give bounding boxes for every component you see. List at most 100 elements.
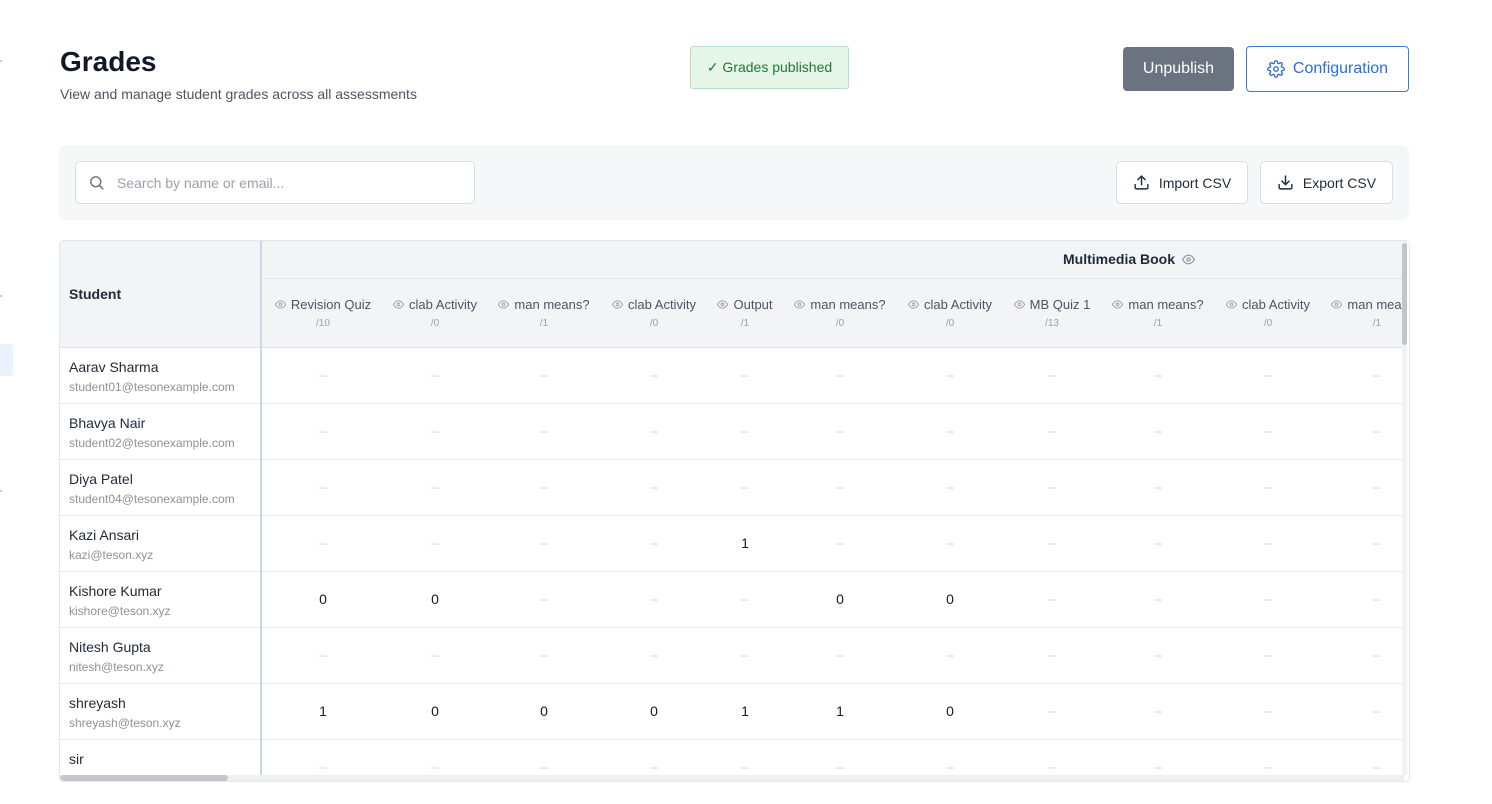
grade-cell[interactable]: -- (319, 648, 327, 662)
grade-cell[interactable]: -- (1264, 368, 1272, 382)
grade-cell[interactable]: -- (1373, 368, 1381, 382)
grade-cell[interactable]: -- (540, 368, 548, 382)
grade-cell[interactable]: -- (431, 368, 439, 382)
grade-cell[interactable]: -- (319, 760, 327, 774)
assessment-column-header[interactable]: man means? /1 (488, 279, 600, 348)
grade-cell[interactable]: -- (1373, 648, 1381, 662)
export-csv-button[interactable]: Export CSV (1260, 161, 1393, 204)
grade-cell[interactable]: -- (1154, 480, 1162, 494)
assessment-column-header[interactable]: MB Quiz 1/13 (1002, 279, 1102, 348)
configuration-button[interactable]: Configuration (1246, 46, 1409, 92)
grade-cell[interactable]: -- (650, 536, 658, 550)
assessment-column-header[interactable]: Output/1 (705, 279, 785, 348)
grade-cell[interactable]: -- (946, 480, 954, 494)
grade-cell[interactable]: -- (1048, 592, 1056, 606)
grade-cell[interactable]: -- (946, 368, 954, 382)
vertical-scrollbar[interactable] (1402, 241, 1407, 775)
grade-cell[interactable]: -- (650, 480, 658, 494)
grade-cell[interactable]: 0 (946, 703, 954, 719)
sidebar-active-item-edge[interactable] (0, 344, 13, 376)
grade-cell[interactable]: -- (540, 648, 548, 662)
grades-table-viewport[interactable]: Student Multimedia Book Revision Quiz/10… (60, 241, 1404, 775)
eye-icon[interactable] (1331, 299, 1343, 310)
grade-cell[interactable]: -- (650, 592, 658, 606)
assessment-column-header[interactable]: man means? /1 (1103, 279, 1213, 348)
eye-icon[interactable] (1182, 253, 1196, 266)
vertical-scrollbar-thumb[interactable] (1402, 243, 1407, 345)
grade-cell[interactable]: -- (1373, 480, 1381, 494)
grade-cell[interactable]: 1 (836, 703, 844, 719)
grade-cell[interactable]: -- (319, 480, 327, 494)
grade-cell[interactable]: -- (431, 760, 439, 774)
assessment-column-header[interactable]: Revision Quiz/10 (267, 279, 379, 348)
grade-cell[interactable]: -- (431, 424, 439, 438)
grade-cell[interactable]: -- (1154, 704, 1162, 718)
grade-cell[interactable]: -- (946, 424, 954, 438)
grade-cell[interactable]: -- (1154, 592, 1162, 606)
grade-cell[interactable]: 1 (741, 535, 749, 551)
grade-cell[interactable]: -- (1048, 424, 1056, 438)
grade-cell[interactable]: -- (1154, 536, 1162, 550)
eye-icon[interactable] (274, 299, 286, 310)
grade-cell[interactable]: -- (650, 648, 658, 662)
grade-cell[interactable]: 0 (319, 591, 327, 607)
grade-cell[interactable]: -- (1264, 480, 1272, 494)
grade-cell[interactable]: -- (1264, 648, 1272, 662)
assessment-column-header[interactable]: clab Activity/0 (598, 279, 710, 348)
grade-cell[interactable]: -- (1048, 536, 1056, 550)
grade-cell[interactable]: -- (540, 592, 548, 606)
grade-cell[interactable]: -- (1373, 704, 1381, 718)
grade-cell[interactable]: -- (1373, 424, 1381, 438)
grade-cell[interactable]: -- (1154, 424, 1162, 438)
grade-cell[interactable]: -- (540, 424, 548, 438)
horizontal-scrollbar[interactable] (60, 775, 1404, 781)
grade-cell[interactable]: -- (431, 480, 439, 494)
grade-cell[interactable]: -- (540, 480, 548, 494)
grade-cell[interactable]: -- (431, 648, 439, 662)
grade-cell[interactable]: -- (1154, 760, 1162, 774)
grade-cell[interactable]: -- (836, 648, 844, 662)
grade-cell[interactable]: -- (946, 536, 954, 550)
grade-cell[interactable]: -- (1048, 704, 1056, 718)
grade-cell[interactable]: -- (836, 424, 844, 438)
eye-icon[interactable] (717, 299, 729, 310)
grade-cell[interactable]: -- (431, 536, 439, 550)
grade-cell[interactable]: -- (1048, 480, 1056, 494)
eye-icon[interactable] (908, 299, 920, 310)
grade-cell[interactable]: -- (1264, 592, 1272, 606)
horizontal-scrollbar-thumb[interactable] (60, 775, 228, 781)
grade-cell[interactable]: -- (741, 424, 749, 438)
grade-cell[interactable]: -- (650, 424, 658, 438)
assessment-column-header[interactable]: man means? /0 (784, 279, 896, 348)
grade-cell[interactable]: -- (836, 368, 844, 382)
grade-cell[interactable]: -- (650, 760, 658, 774)
grade-cell[interactable]: 0 (540, 703, 548, 719)
grade-cell[interactable]: -- (1154, 648, 1162, 662)
unpublish-button[interactable]: Unpublish (1123, 47, 1234, 91)
grade-cell[interactable]: -- (1373, 760, 1381, 774)
grade-cell[interactable]: -- (946, 648, 954, 662)
grade-cell[interactable]: -- (836, 480, 844, 494)
grade-cell[interactable]: -- (1048, 648, 1056, 662)
grade-cell[interactable]: -- (650, 368, 658, 382)
grade-cell[interactable]: -- (836, 536, 844, 550)
grade-cell[interactable]: -- (1264, 424, 1272, 438)
grade-cell[interactable]: -- (540, 536, 548, 550)
grade-cell[interactable]: -- (1373, 536, 1381, 550)
eye-icon[interactable] (393, 299, 405, 310)
assessment-column-header[interactable]: clab Activity/0 (895, 279, 1005, 348)
student-column-header[interactable]: Student (60, 241, 260, 348)
eye-icon[interactable] (1112, 299, 1124, 310)
eye-icon[interactable] (794, 299, 806, 310)
grade-cell[interactable]: -- (1048, 368, 1056, 382)
import-csv-button[interactable]: Import CSV (1116, 161, 1248, 204)
grade-cell[interactable]: -- (741, 760, 749, 774)
grade-cell[interactable]: 1 (319, 703, 327, 719)
grade-cell[interactable]: -- (319, 368, 327, 382)
grade-cell[interactable]: -- (836, 760, 844, 774)
assessment-column-header[interactable]: man means? /1 (1322, 279, 1404, 348)
grade-cell[interactable]: 0 (836, 591, 844, 607)
grade-cell[interactable]: -- (540, 760, 548, 774)
assessment-column-header[interactable]: clab Activity/0 (379, 279, 491, 348)
search-box[interactable] (75, 161, 475, 204)
